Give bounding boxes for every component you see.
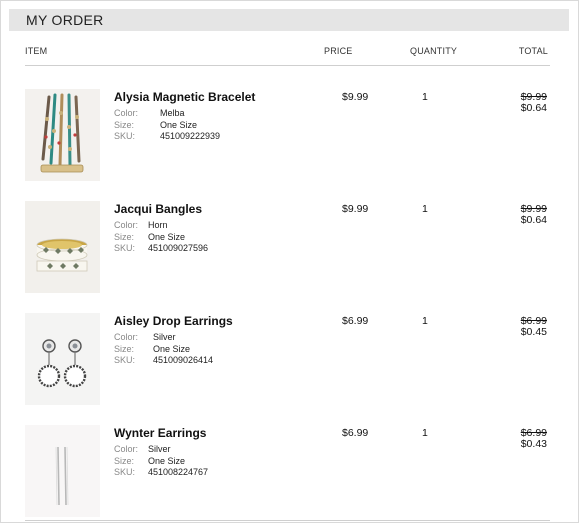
bracelet-image[interactable]: [25, 89, 100, 181]
sku-value: 451008224767: [148, 467, 209, 477]
sku-label: SKU:: [114, 243, 136, 253]
product-size: Size: One Size: [114, 344, 190, 354]
color-value: Horn: [148, 220, 168, 230]
total-final: $0.64: [520, 214, 547, 226]
color-label: Color:: [114, 444, 139, 454]
product-color: Color: Horn: [114, 220, 168, 230]
color-label: Color:: [114, 220, 139, 230]
product-size: Size: One Size: [114, 232, 185, 242]
total-final: $0.45: [520, 326, 547, 338]
bangles-image[interactable]: [25, 201, 100, 293]
column-header-item: ITEM: [25, 46, 48, 56]
price-value: $9.99: [342, 91, 369, 103]
product-sku: SKU: 451008224767: [114, 467, 208, 477]
price-value: $9.99: [342, 203, 369, 215]
size-label: Size:: [114, 344, 135, 354]
footer-divider: [25, 520, 550, 521]
quantity-value: 1: [422, 91, 428, 103]
product-color: Color: Melba: [114, 108, 185, 118]
drop-earrings-image[interactable]: [25, 313, 100, 405]
sku-label: SKU:: [114, 131, 136, 141]
bar-earrings-image[interactable]: [25, 425, 100, 517]
price-value: $6.99: [342, 315, 369, 327]
quantity-value: 1: [422, 315, 428, 327]
sku-value: 451009026414: [153, 355, 214, 365]
size-label: Size:: [114, 456, 135, 466]
order-panel: MY ORDER ITEM PRICE QUANTITY TOTAL Alysi…: [0, 0, 579, 523]
size-value: One Size: [153, 344, 191, 354]
color-label: Color:: [114, 332, 139, 342]
color-value: Silver: [153, 332, 176, 342]
sku-label: SKU:: [114, 355, 136, 365]
header-divider: [25, 65, 550, 66]
column-header-total: TOTAL: [518, 46, 548, 56]
sku-value: 451009027596: [148, 243, 209, 253]
quantity-value: 1: [422, 427, 428, 439]
product-sku: SKU: 451009027596: [114, 243, 208, 253]
product-sku: SKU: 451009026414: [114, 355, 213, 365]
color-value: Silver: [148, 444, 171, 454]
price-value: $6.99: [342, 427, 369, 439]
total-final: $0.64: [520, 102, 547, 114]
product-color: Color: Silver: [114, 332, 176, 342]
sku-label: SKU:: [114, 467, 136, 477]
size-value: One Size: [160, 120, 198, 130]
product-name[interactable]: Jacqui Bangles: [114, 202, 202, 216]
size-value: One Size: [148, 456, 186, 466]
product-size: Size: One Size: [114, 120, 197, 130]
size-value: One Size: [148, 232, 186, 242]
sku-value: 451009222939: [160, 131, 221, 141]
product-name[interactable]: Alysia Magnetic Bracelet: [114, 90, 255, 104]
product-name[interactable]: Wynter Earrings: [114, 426, 206, 440]
product-name[interactable]: Aisley Drop Earrings: [114, 314, 233, 328]
product-sku: SKU: 451009222939: [114, 131, 220, 141]
quantity-value: 1: [422, 203, 428, 215]
column-header-quantity: QUANTITY: [410, 46, 458, 56]
color-value: Melba: [160, 108, 185, 118]
size-label: Size:: [114, 232, 135, 242]
color-label: Color:: [114, 108, 139, 118]
product-size: Size: One Size: [114, 456, 185, 466]
column-header-price: PRICE: [324, 46, 353, 56]
total-final: $0.43: [520, 438, 547, 450]
order-title: MY ORDER: [9, 9, 569, 31]
size-label: Size:: [114, 120, 135, 130]
product-color: Color: Silver: [114, 444, 171, 454]
